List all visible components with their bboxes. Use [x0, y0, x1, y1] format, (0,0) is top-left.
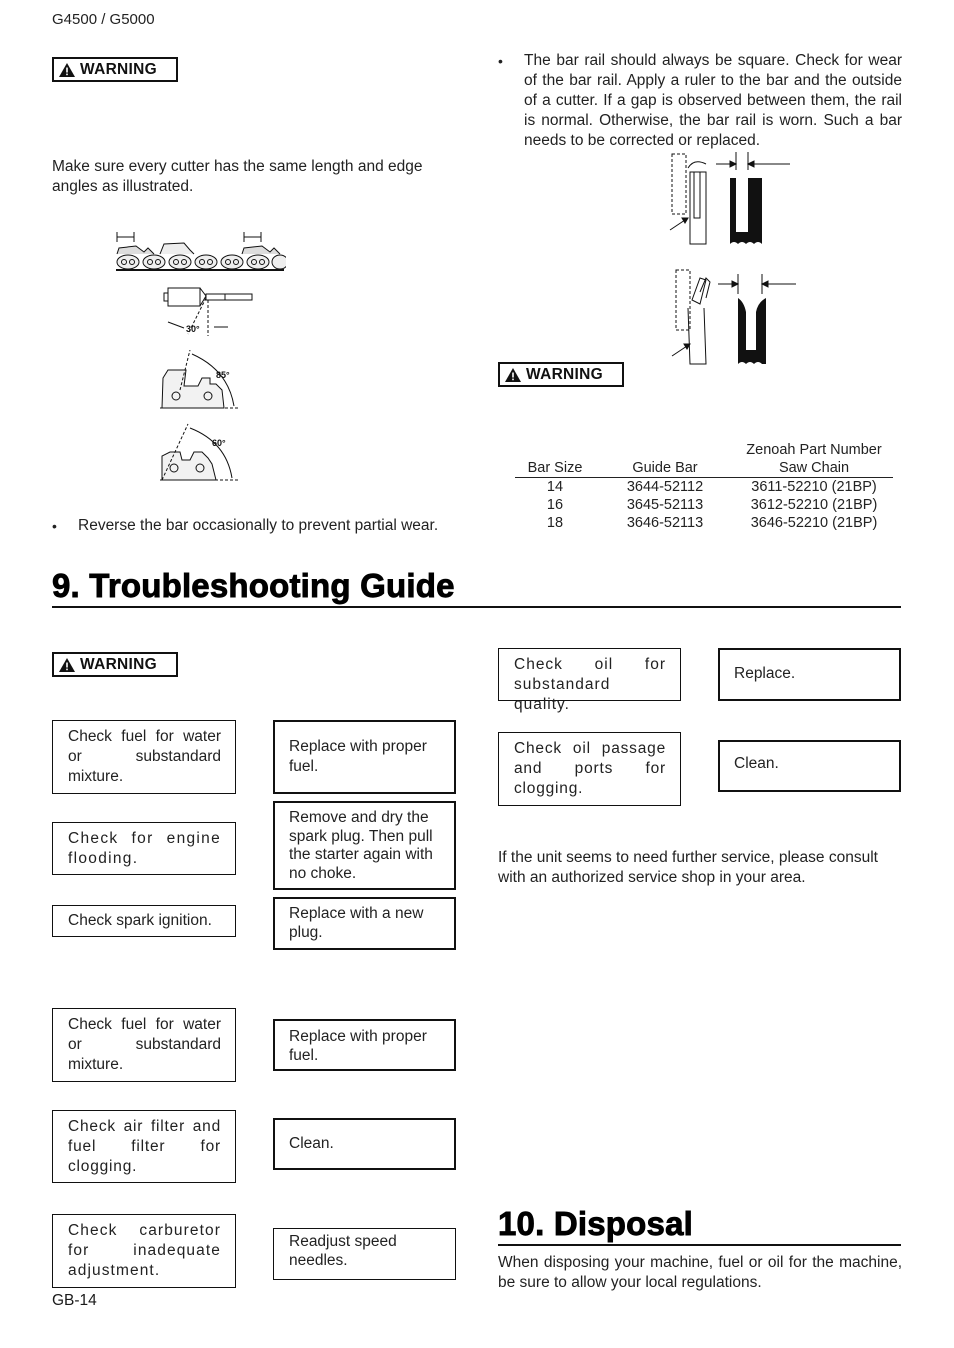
warning-text: WARNING	[80, 60, 158, 78]
remedy-box-spark: Replace with a new plug.	[273, 897, 456, 950]
reverse-bar-note: Reverse the bar occasionally to prevent …	[78, 517, 439, 534]
remedy-box-filters: Clean.	[273, 1118, 456, 1170]
cell-guide-bar: 3646-52113	[626, 515, 704, 531]
disposal-title-rule	[498, 1244, 901, 1246]
cutter-length-note: Make sure every cutter has the same leng…	[52, 158, 423, 195]
check-box-oil-quality: Check oil for substandard quality.	[498, 648, 681, 713]
service-shop-note: If the unit seems to need further servic…	[498, 849, 878, 886]
reverse-bar-bullet: • Reverse the bar occasionally to preven…	[52, 516, 472, 536]
bar-rail-bullet: • The bar rail should always be square. …	[498, 51, 902, 151]
cutter-angle-85-illustration: 85°	[160, 350, 240, 409]
check-text: Check fuel for water or substandard mixt…	[68, 1016, 221, 1073]
warning-label-2: WARNING	[498, 362, 624, 387]
cell-bar-size: 16	[546, 497, 564, 513]
angle-30-label: 30°	[186, 324, 200, 334]
angle-85-label: 85°	[216, 370, 230, 380]
bullet-dot: •	[52, 518, 57, 534]
remedy-box-fuel-2: Replace with proper fuel.	[273, 1019, 456, 1071]
bar-rail-note: The bar rail should always be square. Ch…	[524, 52, 902, 149]
warning-text: WARNING	[526, 365, 604, 383]
warning-triangle-icon	[59, 657, 75, 672]
remedy-text: Replace with proper fuel.	[289, 1028, 427, 1064]
check-text: Check spark ignition.	[68, 912, 212, 929]
warning-label-1: WARNING	[52, 57, 178, 82]
check-text: Check air filter and fuel filter for clo…	[68, 1118, 221, 1175]
angle-60-label: 60°	[212, 438, 226, 448]
cell-saw-chain: 3611-52210 (21BP)	[751, 479, 877, 495]
cell-guide-bar: 3644-52112	[626, 479, 704, 495]
group-header-part-number: Zenoah Part Number	[746, 442, 882, 458]
check-text: Check oil passage and ports for clogging…	[514, 740, 666, 797]
cell-saw-chain: 3612-52210 (21BP)	[750, 497, 878, 513]
remedy-text: Clean.	[289, 1135, 334, 1152]
check-text: Check carburetor for inadequate adjustme…	[68, 1222, 221, 1279]
remedy-text: Clean.	[734, 755, 779, 772]
remedy-box-fuel-1: Replace with proper fuel.	[273, 720, 456, 794]
remedy-box-carburetor: Readjust speed needles.	[273, 1228, 456, 1280]
check-box-flooding: Check for engine flooding.	[52, 822, 236, 875]
cell-saw-chain: 3646-52210 (21BP)	[750, 515, 878, 531]
col-header-bar-size: Bar Size	[515, 459, 595, 478]
remedy-text: Replace.	[734, 665, 796, 682]
cutter-angle-60-illustration: 60°	[160, 423, 240, 481]
disposal-text: When disposing your machine, fuel or oil…	[498, 1254, 902, 1291]
col-header-saw-chain: Saw Chain	[735, 459, 893, 478]
file-angle-30-illustration: 30°	[163, 287, 253, 336]
check-text: Check oil for substandard quality.	[514, 656, 666, 713]
warning-text: WARNING	[80, 655, 158, 673]
table-header-row: Bar Size Guide Bar Saw Chain	[515, 459, 893, 478]
table-row: 14 3644-52112 3611-52210 (21BP)	[515, 478, 893, 497]
check-box-fuel-2: Check fuel for water or substandard mixt…	[52, 1008, 236, 1082]
remedy-box-oil-passage: Clean.	[718, 740, 901, 792]
table-row: 18 3646-52113 3646-52210 (21BP)	[515, 514, 893, 532]
disposal-title: 10. Disposal	[498, 1205, 694, 1242]
remedy-text: Replace with a new plug.	[289, 905, 424, 941]
bar-rail-normal-illustration	[669, 152, 790, 245]
remedy-text: Replace with proper fuel.	[289, 738, 427, 775]
cell-bar-size: 18	[546, 515, 564, 531]
check-box-spark: Check spark ignition.	[52, 905, 236, 937]
check-box-filters: Check air filter and fuel filter for clo…	[52, 1110, 236, 1183]
check-box-fuel-1: Check fuel for water or substandard mixt…	[52, 720, 236, 794]
warning-label-3: WARNING	[52, 652, 178, 677]
part-number-table: Zenoah Part Number Bar Size Guide Bar Sa…	[515, 441, 893, 532]
warning-triangle-icon	[59, 62, 75, 77]
remedy-box-flooding: Remove and dry the spark plug. Then pull…	[273, 801, 456, 890]
running-head-model: G4500 / G5000	[52, 11, 155, 28]
remedy-text: Remove and dry the spark plug. Then pull…	[289, 809, 433, 882]
remedy-text: Readjust speed needles.	[289, 1233, 397, 1269]
cell-guide-bar: 3645-52113	[626, 497, 704, 513]
page-number: GB-14	[52, 1292, 97, 1309]
col-header-guide-bar: Guide Bar	[595, 459, 735, 478]
remedy-box-oil-quality: Replace.	[718, 648, 901, 701]
table-row: 16 3645-52113 3612-52210 (21BP)	[515, 496, 893, 514]
warning-triangle-icon	[505, 367, 521, 382]
check-text: Check for engine flooding.	[68, 830, 221, 867]
check-box-carburetor: Check carburetor for inadequate adjustme…	[52, 1214, 236, 1288]
check-text: Check fuel for water or substandard mixt…	[68, 728, 221, 785]
troubleshooting-title-rule	[52, 606, 901, 608]
bullet-dot: •	[498, 53, 503, 69]
troubleshooting-title: 9. Troubleshooting Guide	[52, 567, 455, 604]
table-group-header-row: Zenoah Part Number	[515, 441, 893, 459]
saw-chain-illustration	[116, 232, 286, 271]
bar-rail-worn-illustration	[671, 269, 796, 365]
check-box-oil-passage: Check oil passage and ports for clogging…	[498, 732, 681, 806]
cell-bar-size: 14	[546, 479, 564, 495]
